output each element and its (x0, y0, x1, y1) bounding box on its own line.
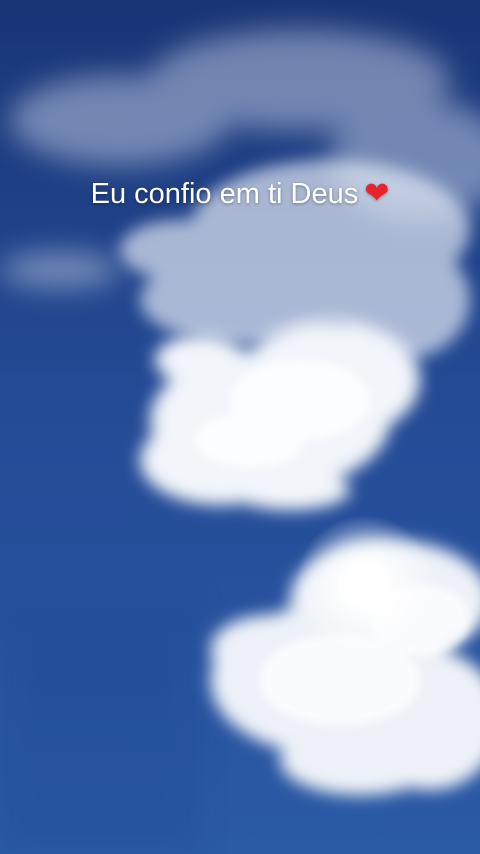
sky-photo (0, 0, 480, 854)
caption: Eu confio em ti Deus ❤ (0, 176, 480, 211)
caption-text: Eu confio em ti Deus (90, 178, 359, 210)
story-scene: Eu confio em ti Deus ❤ (0, 0, 480, 854)
heart-icon: ❤ (364, 176, 390, 211)
